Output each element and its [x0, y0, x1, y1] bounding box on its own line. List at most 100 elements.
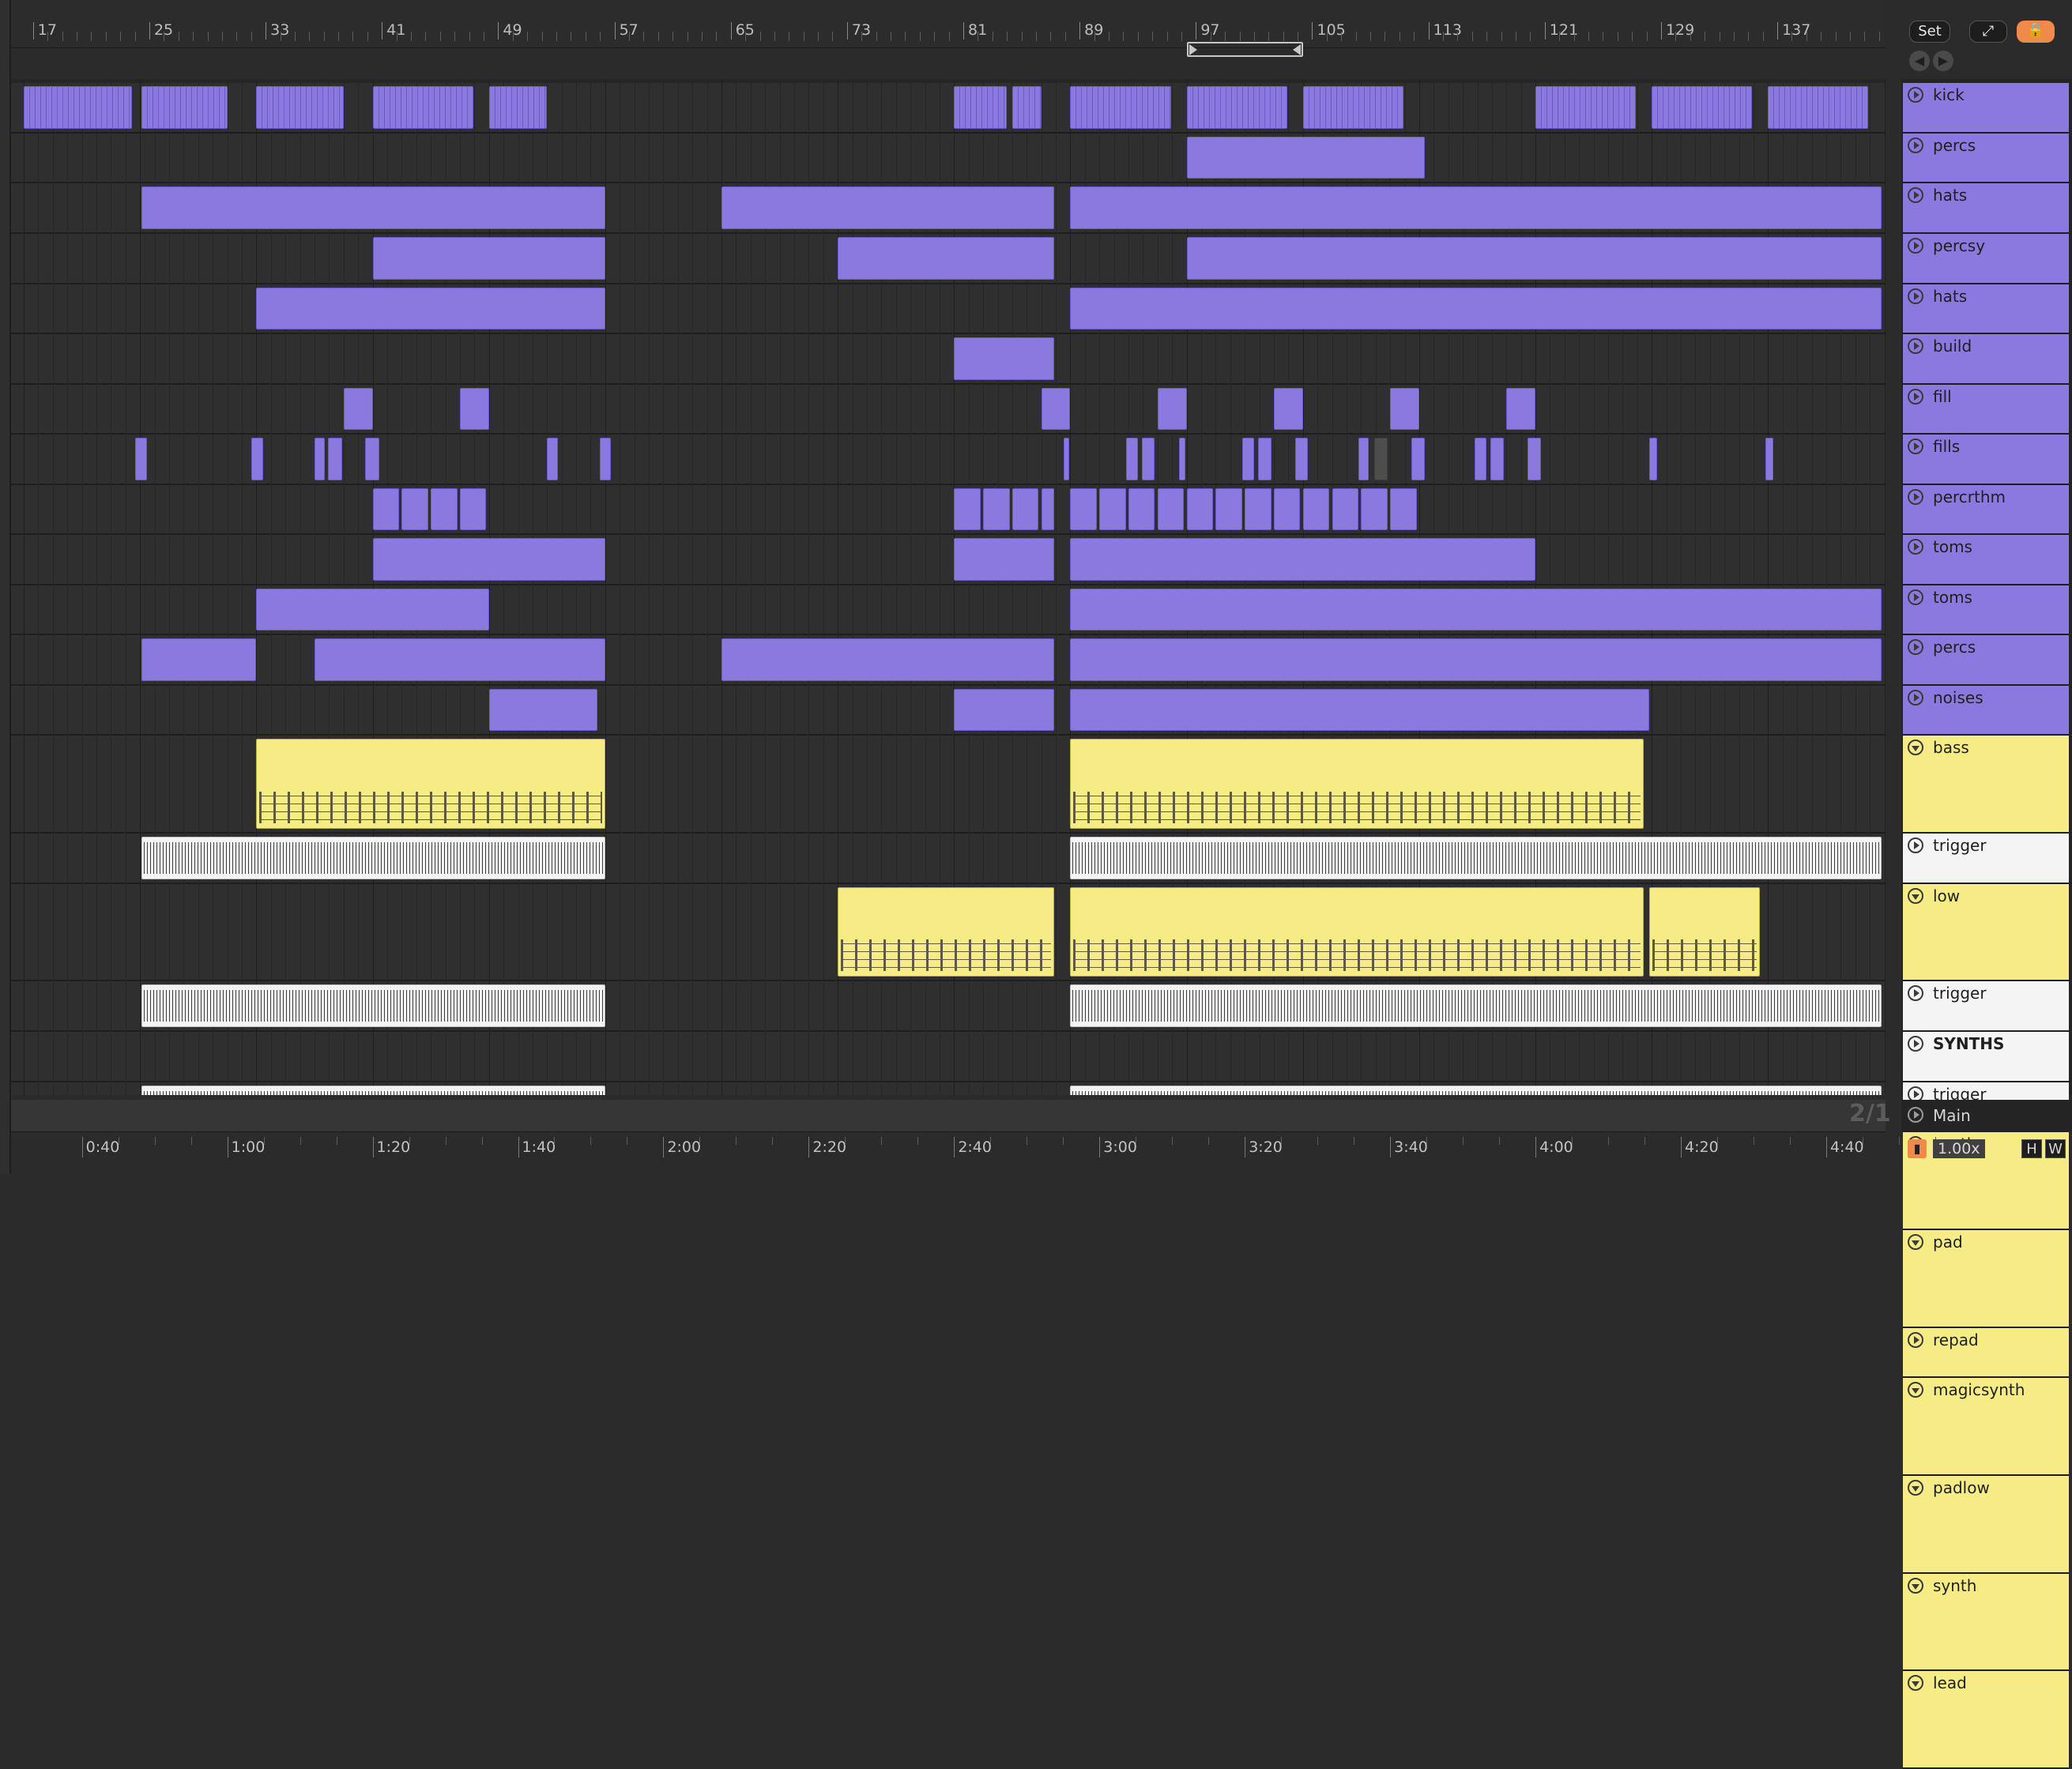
clip[interactable]	[1273, 487, 1301, 531]
clip[interactable]	[1125, 438, 1138, 480]
clip[interactable]	[141, 638, 257, 681]
clip[interactable]	[1012, 86, 1042, 129]
clip[interactable]	[1070, 1085, 1882, 1095]
clip[interactable]	[1411, 438, 1425, 480]
loop-start-marker[interactable]	[1189, 44, 1197, 55]
track-header[interactable]: toms	[1903, 535, 2069, 585]
track-header[interactable]: fill	[1903, 384, 2069, 435]
track-header[interactable]: magicsynth	[1903, 1378, 2069, 1476]
fold-closed-icon[interactable]	[1908, 639, 1923, 656]
track-lane[interactable]	[11, 133, 1886, 184]
clip[interactable]	[1178, 438, 1185, 480]
clip[interactable]	[24, 86, 133, 129]
clip[interactable]	[431, 487, 458, 531]
clip[interactable]	[1041, 387, 1071, 431]
w-button[interactable]: W	[2045, 1139, 2066, 1158]
meter-icon[interactable]: ▮	[1908, 1139, 1927, 1158]
clip[interactable]	[1294, 438, 1309, 480]
track-header[interactable]: hats	[1903, 183, 2069, 234]
fold-open-icon[interactable]	[1908, 1233, 1923, 1250]
clip[interactable]	[1648, 438, 1657, 480]
clip[interactable]	[1390, 387, 1419, 431]
clip[interactable]	[1186, 136, 1425, 179]
arrangement-clip-area[interactable]	[11, 79, 1886, 1095]
clip[interactable]	[141, 1085, 605, 1095]
fold-closed-icon[interactable]	[1908, 388, 1923, 405]
clip[interactable]	[954, 538, 1055, 581]
clip[interactable]	[1215, 487, 1242, 531]
clip[interactable]	[1361, 487, 1388, 531]
fold-closed-icon[interactable]	[1908, 338, 1923, 355]
fold-open-icon[interactable]	[1908, 1382, 1923, 1398]
fold-closed-icon[interactable]	[1908, 689, 1923, 706]
clip[interactable]	[1070, 638, 1882, 681]
clip[interactable]	[459, 387, 489, 431]
fold-closed-icon[interactable]	[1908, 288, 1923, 304]
track-header[interactable]: SYNTHS	[1903, 1031, 2069, 1082]
track-lane[interactable]	[11, 384, 1886, 435]
clip[interactable]	[1241, 438, 1254, 480]
main-fold-icon[interactable]	[1908, 1107, 1923, 1123]
clip[interactable]	[721, 638, 1055, 681]
track-header[interactable]: toms	[1903, 585, 2069, 636]
clip[interactable]	[1070, 86, 1171, 129]
track-lane[interactable]	[11, 484, 1886, 536]
clip[interactable]	[256, 287, 605, 330]
clip[interactable]	[1535, 86, 1637, 129]
fold-closed-icon[interactable]	[1908, 187, 1923, 204]
fold-closed-icon[interactable]	[1908, 87, 1923, 104]
clip[interactable]	[1070, 186, 1882, 229]
clip[interactable]	[1070, 538, 1536, 581]
clip[interactable]	[134, 438, 147, 480]
clip[interactable]	[600, 438, 611, 480]
clip[interactable]	[1128, 487, 1155, 531]
clip[interactable]	[1332, 487, 1358, 531]
clip[interactable]	[1141, 438, 1155, 480]
fold-closed-icon[interactable]	[1908, 589, 1923, 605]
track-header[interactable]: hats	[1903, 284, 2069, 335]
expand-icon[interactable]: ⤢	[1969, 21, 2007, 43]
clip[interactable]	[1490, 438, 1504, 480]
clip[interactable]	[954, 688, 1055, 732]
fold-closed-icon[interactable]	[1908, 488, 1923, 505]
clip[interactable]	[401, 487, 428, 531]
clip[interactable]	[547, 438, 558, 480]
clip[interactable]	[488, 86, 548, 129]
clip[interactable]	[1374, 438, 1388, 480]
set-button[interactable]: Set	[1909, 21, 1950, 43]
bar-ruler[interactable]: 17 25 33 41 49 57 65 73 81 89 97 105 113 121 129 137	[11, 0, 1886, 57]
clip[interactable]	[1157, 487, 1185, 531]
fold-closed-icon[interactable]	[1908, 438, 1923, 455]
fold-open-icon[interactable]	[1908, 1675, 1923, 1692]
track-header[interactable]: low	[1903, 883, 2069, 982]
clip[interactable]	[1302, 86, 1403, 129]
clip[interactable]	[1186, 236, 1882, 280]
clip[interactable]	[1768, 86, 1869, 129]
clip[interactable]	[1273, 387, 1303, 431]
clip[interactable]	[372, 236, 605, 280]
fold-open-icon[interactable]	[1908, 1479, 1923, 1496]
clip[interactable]	[721, 186, 1055, 229]
arrow-right-icon[interactable]: ▶	[1933, 51, 1953, 71]
clip[interactable]	[1245, 487, 1271, 531]
clip[interactable]	[1099, 487, 1126, 531]
clip[interactable]	[488, 688, 597, 732]
lock-icon[interactable]: 🔒	[2017, 21, 2055, 43]
clip[interactable]	[141, 984, 605, 1027]
clip[interactable]	[1070, 984, 1882, 1027]
clip[interactable]	[1648, 886, 1761, 977]
fold-open-icon[interactable]	[1908, 740, 1923, 756]
clip[interactable]	[1070, 688, 1649, 732]
track-lane[interactable]	[11, 1031, 1886, 1082]
clip[interactable]	[1475, 438, 1487, 480]
clip[interactable]	[314, 438, 326, 480]
track-lane[interactable]	[11, 334, 1886, 385]
clip[interactable]	[256, 739, 605, 830]
clip[interactable]	[1186, 487, 1214, 531]
fold-closed-icon[interactable]	[1908, 1331, 1923, 1348]
loop-brace[interactable]	[1186, 42, 1303, 57]
clip[interactable]	[1064, 438, 1069, 480]
clip[interactable]	[327, 438, 343, 480]
clip[interactable]	[1506, 387, 1536, 431]
clip[interactable]	[1257, 438, 1271, 480]
